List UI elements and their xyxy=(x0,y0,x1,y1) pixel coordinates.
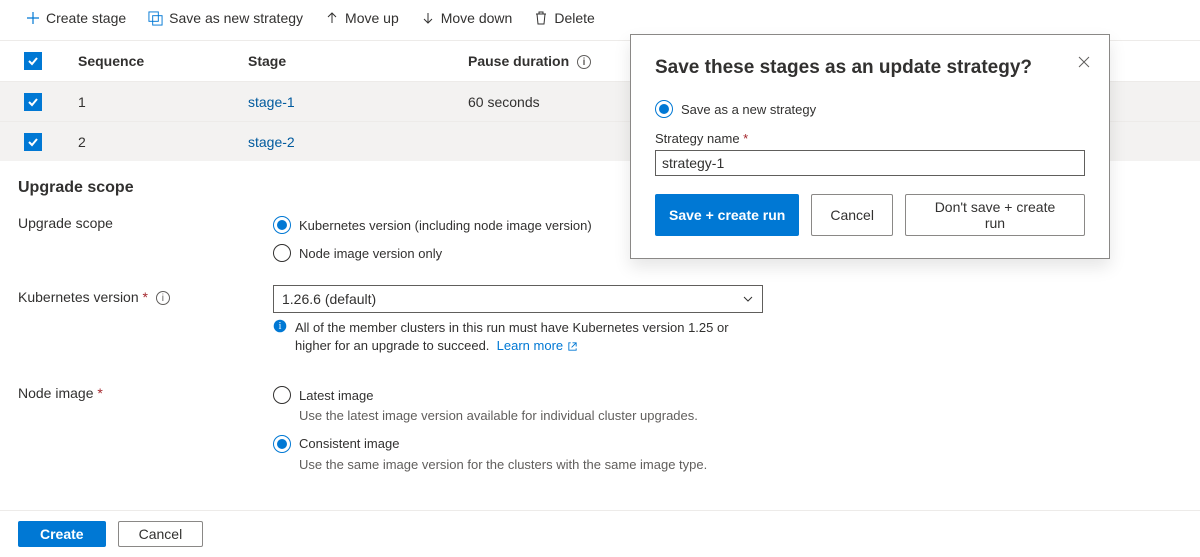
label-k8s-version: Kubernetes version * i xyxy=(18,285,273,305)
cell-stage-link[interactable]: stage-2 xyxy=(248,134,468,150)
cell-stage-link[interactable]: stage-1 xyxy=(248,94,468,110)
radio-node-consistent[interactable]: Consistent image xyxy=(273,430,1182,458)
radio-label: Kubernetes version (including node image… xyxy=(299,218,592,233)
trash-icon xyxy=(534,11,548,25)
select-all-checkbox[interactable] xyxy=(24,52,42,70)
row-checkbox[interactable] xyxy=(24,133,42,151)
strategy-name-input[interactable] xyxy=(655,150,1085,176)
radio-label: Latest image xyxy=(299,388,373,403)
toolbar-label: Move down xyxy=(441,10,513,26)
col-stage: Stage xyxy=(248,53,468,69)
row-checkbox[interactable] xyxy=(24,93,42,111)
dropdown-value: 1.26.6 (default) xyxy=(282,291,376,307)
dialog-title: Save these stages as an update strategy? xyxy=(655,57,1085,79)
external-link-icon xyxy=(567,341,578,352)
svg-text:i: i xyxy=(279,321,282,332)
radio-desc: Use the same image version for the clust… xyxy=(273,456,1182,474)
info-icon: i xyxy=(273,319,287,355)
radio-label: Node image version only xyxy=(299,246,442,261)
create-button[interactable]: Create xyxy=(18,521,106,547)
move-down-button[interactable]: Move down xyxy=(413,6,521,30)
label-node-image: Node image * xyxy=(18,381,273,401)
col-sequence: Sequence xyxy=(78,53,248,69)
radio-icon xyxy=(273,386,291,404)
radio-label: Consistent image xyxy=(299,436,399,451)
radio-desc: Use the latest image version available f… xyxy=(273,407,1182,425)
arrow-up-icon xyxy=(325,11,339,25)
create-stage-button[interactable]: Create stage xyxy=(18,6,134,30)
toolbar-label: Delete xyxy=(554,10,594,26)
chevron-down-icon xyxy=(742,293,754,305)
radio-icon xyxy=(273,216,291,234)
save-strategy-dialog: Save these stages as an update strategy?… xyxy=(630,34,1110,259)
k8s-version-dropdown[interactable]: 1.26.6 (default) xyxy=(273,285,763,313)
cancel-button[interactable]: Cancel xyxy=(118,521,204,547)
close-icon xyxy=(1077,55,1091,69)
toolbar-label: Create stage xyxy=(46,10,126,26)
delete-button[interactable]: Delete xyxy=(526,6,602,30)
save-copy-icon xyxy=(148,11,163,26)
toolbar-label: Save as new strategy xyxy=(169,10,303,26)
move-up-button[interactable]: Move up xyxy=(317,6,407,30)
save-create-run-button[interactable]: Save + create run xyxy=(655,194,799,236)
cell-sequence: 2 xyxy=(78,134,248,150)
learn-more-link[interactable]: Learn more xyxy=(497,338,578,353)
arrow-down-icon xyxy=(421,11,435,25)
dont-save-create-run-button[interactable]: Don't save + create run xyxy=(905,194,1085,236)
radio-node-latest[interactable]: Latest image xyxy=(273,381,1182,409)
label-upgrade-scope: Upgrade scope xyxy=(18,211,273,231)
info-icon[interactable]: i xyxy=(156,291,170,305)
radio-save-new-strategy[interactable]: Save as a new strategy xyxy=(655,95,1085,123)
close-button[interactable] xyxy=(1077,55,1091,72)
toolbar-label: Move up xyxy=(345,10,399,26)
info-icon[interactable]: i xyxy=(577,55,591,69)
cell-sequence: 1 xyxy=(78,94,248,110)
plus-icon xyxy=(26,11,40,25)
k8s-info-message: i All of the member clusters in this run… xyxy=(273,319,763,355)
radio-icon xyxy=(273,244,291,262)
footer: Create Cancel xyxy=(0,510,1200,557)
radio-label: Save as a new strategy xyxy=(681,102,816,117)
radio-icon xyxy=(655,100,673,118)
radio-icon xyxy=(273,435,291,453)
save-as-new-strategy-button[interactable]: Save as new strategy xyxy=(140,6,311,30)
label-strategy-name: Strategy name * xyxy=(655,131,1085,146)
dialog-cancel-button[interactable]: Cancel xyxy=(811,194,893,236)
